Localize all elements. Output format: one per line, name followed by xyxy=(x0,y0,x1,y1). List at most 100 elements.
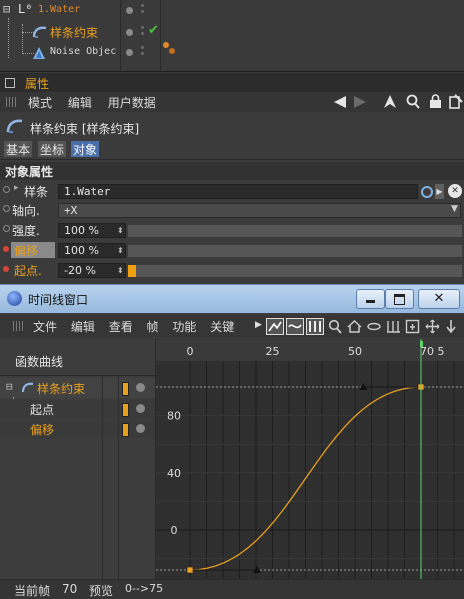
track-keyframe-toggle[interactable] xyxy=(122,403,129,417)
axis-dropdown[interactable]: +X xyxy=(58,203,461,218)
track-enable-dot[interactable] xyxy=(136,383,145,392)
start-slider-fill xyxy=(128,265,136,277)
search-icon[interactable] xyxy=(406,94,420,109)
lock-icon[interactable] xyxy=(429,94,442,109)
tag-icon[interactable] xyxy=(163,42,177,56)
tab-coord[interactable]: 坐标 xyxy=(38,141,67,157)
home-icon[interactable] xyxy=(347,319,362,334)
root-object-label[interactable]: 1.Water xyxy=(38,4,80,15)
timeline-title-bar[interactable]: 时间线窗口 ✕ xyxy=(0,285,464,313)
start-input[interactable]: -20 % xyxy=(58,263,126,278)
enabled-check-icon[interactable]: ✔ xyxy=(148,23,159,38)
tree-expand-icon[interactable]: ⊟ xyxy=(6,380,13,393)
track-keyframe-toggle[interactable] xyxy=(122,382,129,396)
tab-basic[interactable]: 基本 xyxy=(4,141,33,157)
spline-constraint-label[interactable]: 样条约束 xyxy=(50,24,98,41)
spline-link-field[interactable]: 1.Water xyxy=(58,184,418,199)
minimize-button[interactable] xyxy=(356,289,385,309)
menu-file[interactable]: 文件 xyxy=(33,320,57,334)
playhead-marker xyxy=(420,341,423,347)
frame-all-icon[interactable] xyxy=(367,320,381,333)
param-label-spline: 样条 xyxy=(24,185,49,199)
minimize-icon xyxy=(366,300,375,303)
menu-mode[interactable]: 模式 xyxy=(28,96,52,110)
move-icon[interactable] xyxy=(425,319,440,334)
param-label-axis: 轴向. xyxy=(12,204,40,218)
offset-slider[interactable] xyxy=(128,245,462,257)
layer-dots[interactable] xyxy=(141,4,144,16)
hierarchy-row-root[interactable]: ⊟ L⁰ 1.Water xyxy=(0,2,120,19)
attributes-title-bar: 属性 xyxy=(0,73,464,92)
param-row-offset: 偏移 100 % ⬍ xyxy=(0,241,464,259)
track-label: 样条约束 xyxy=(37,382,86,396)
spinner-icon[interactable]: ⬍ xyxy=(117,226,124,235)
visibility-dot[interactable] xyxy=(126,7,133,14)
tab-object[interactable]: 对象 xyxy=(71,141,100,157)
spinner-icon[interactable]: ⬍ xyxy=(117,266,124,275)
menu-overflow-icon[interactable]: ▶ xyxy=(255,320,262,330)
curve-view-button[interactable] xyxy=(286,318,304,335)
menu-edit[interactable]: 编辑 xyxy=(71,320,95,334)
start-slider[interactable] xyxy=(128,265,462,277)
track-enable-dot[interactable] xyxy=(136,404,145,413)
menu-edit[interactable]: 编辑 xyxy=(68,96,92,110)
key-view-button[interactable] xyxy=(306,318,324,335)
layer-dots[interactable] xyxy=(141,26,144,38)
close-button[interactable]: ✕ xyxy=(418,289,460,309)
ruler-tick-label: 5 xyxy=(438,345,445,358)
pointer-icon[interactable] xyxy=(383,94,397,109)
track-keyframe-toggle[interactable] xyxy=(122,423,129,437)
strength-slider[interactable] xyxy=(128,225,462,237)
bars-icon[interactable] xyxy=(386,319,401,334)
app-logo-icon xyxy=(7,291,22,306)
ruler-tick-label: 0 xyxy=(187,345,194,358)
menu-key[interactable]: 关键 xyxy=(210,320,234,334)
track-row-spline-constraint[interactable]: ⊟ 样条约束 xyxy=(0,378,155,398)
grip-icon xyxy=(6,97,18,107)
strength-input[interactable]: 100 % xyxy=(58,223,126,238)
search-icon[interactable] xyxy=(328,319,342,334)
hierarchy-row-noise-object[interactable]: Noise Objec xyxy=(0,44,120,62)
track-row-start[interactable]: 起点 xyxy=(0,400,155,419)
layer-dots[interactable] xyxy=(141,46,144,58)
spinner-icon[interactable]: ⬍ xyxy=(117,246,124,255)
link-menu-arrow-icon[interactable]: ▶ xyxy=(435,184,444,199)
object-manager: ⊟ L⁰ 1.Water 样条约束 ✔ Noise Objec xyxy=(0,0,464,72)
fcurve-graph[interactable]: 0 25 50 70 5 80400 xyxy=(156,339,464,579)
track-row-offset[interactable]: 偏移 xyxy=(0,420,155,439)
curve-mode-button[interactable] xyxy=(266,318,284,335)
grip-icon xyxy=(13,321,25,331)
visibility-dot[interactable] xyxy=(126,49,133,56)
current-frame-value: 70 xyxy=(62,582,78,596)
link-target-icon[interactable] xyxy=(421,186,433,198)
settings-icon[interactable] xyxy=(449,94,463,109)
maximize-button[interactable] xyxy=(385,289,414,309)
menu-frame[interactable]: 帧 xyxy=(147,320,159,334)
pick-object-icon[interactable]: ✕ xyxy=(448,184,462,198)
keyframe-marker-icon[interactable] xyxy=(3,266,9,272)
forward-arrow-icon[interactable] xyxy=(352,95,368,109)
noise-icon xyxy=(33,47,45,59)
grid-icon[interactable] xyxy=(405,319,420,334)
param-label-strength: 强度. xyxy=(12,224,40,238)
tree-expand-icon[interactable]: ⊟ xyxy=(3,2,10,16)
attributes-title: 属性 xyxy=(25,77,50,91)
param-row-start: 起点. -20 % ⬍ xyxy=(0,261,464,279)
menu-view[interactable]: 查看 xyxy=(109,320,133,334)
section-title: 对象属性 xyxy=(5,165,54,179)
keyframe-marker-icon[interactable] xyxy=(3,246,9,252)
track-label: 偏移 xyxy=(30,423,55,437)
preview-range-value: 0-->75 xyxy=(125,582,164,595)
visibility-dot[interactable] xyxy=(126,29,133,36)
back-arrow-icon[interactable] xyxy=(332,95,348,109)
track-enable-dot[interactable] xyxy=(136,424,145,433)
chevron-down-icon: ▼ xyxy=(451,204,458,214)
panel-toggle-icon[interactable] xyxy=(5,78,15,88)
noise-object-label[interactable]: Noise Objec xyxy=(50,46,116,57)
menu-function[interactable]: 功能 xyxy=(172,320,196,334)
keyframe-point[interactable] xyxy=(186,566,194,574)
offset-input[interactable]: 100 % xyxy=(58,243,126,258)
hierarchy-row-spline-constraint[interactable]: 样条约束 xyxy=(0,22,120,42)
arrow-down-icon[interactable] xyxy=(444,319,458,334)
menu-user-data[interactable]: 用户数据 xyxy=(108,96,156,110)
